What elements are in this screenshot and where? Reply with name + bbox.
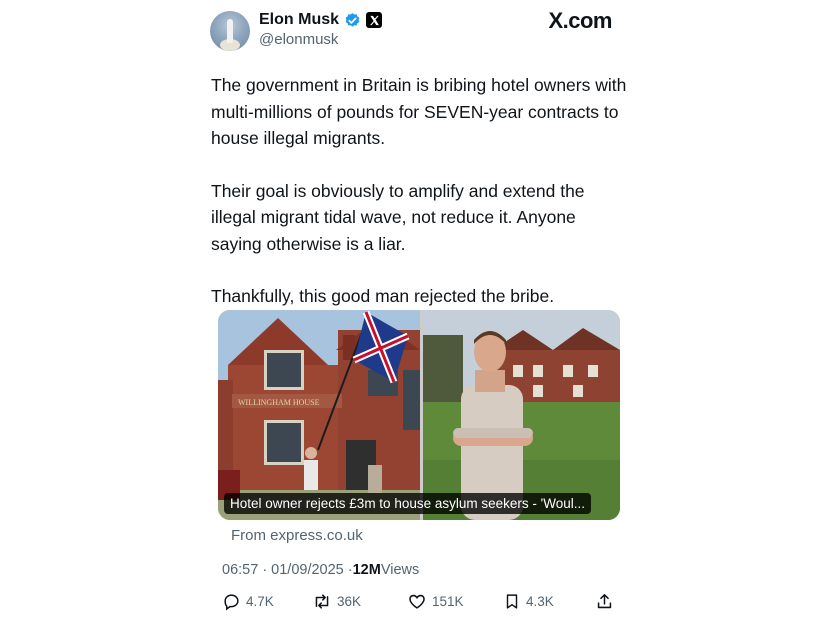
reply-count: 4.7K [246,594,274,609]
repost-button[interactable]: 36K [312,592,407,611]
repost-count: 36K [337,594,362,609]
card-title[interactable]: Hotel owner rejects £3m to house asylum … [224,493,591,514]
card-source[interactable]: From express.co.uk [231,527,363,544]
reply-icon [224,594,239,611]
share-button[interactable] [595,592,614,611]
verified-badge-icon [345,12,360,27]
bookmark-count: 4.3K [526,594,554,609]
action-bar: 4.7K 36K 151K 4.3K [222,592,614,611]
tweet-text: The government in Britain is bribing hot… [211,72,631,336]
share-icon [597,594,612,609]
card-image-hotel: WILLINGHAM HOUSE [218,310,420,520]
card-image-man [423,310,620,520]
avatar[interactable] [210,11,250,51]
bookmark-button[interactable]: 4.3K [503,592,595,611]
author-row: Elon Musk [259,10,383,30]
timestamp[interactable]: 06:57 · 01/09/2025 · [222,562,353,578]
like-button[interactable]: 151K [407,592,503,611]
author-name[interactable]: Elon Musk [259,11,339,29]
tweet-paragraph: Their goal is obviously to amplify and e… [211,180,585,254]
reply-button[interactable]: 4.7K [222,592,312,611]
link-card[interactable]: WILLINGHAM HOUSE Hotel owner rejects £3m… [218,310,620,520]
author-handle[interactable]: @elonmusk [259,31,338,48]
bookmark-icon [506,594,518,609]
like-icon [409,594,425,609]
views-count: 12M [352,562,381,578]
views-label: Views [380,562,420,578]
tweet-meta: 06:57 · 01/09/2025 · 12M Views [222,562,419,578]
repost-icon [315,594,329,609]
x-logo-icon [366,12,383,28]
tweet-paragraph: The government in Britain is bribing hot… [211,75,627,148]
tweet-paragraph: Thankfully, this good man rejected the b… [211,286,555,306]
like-count: 151K [432,594,464,609]
hotel-sign: WILLINGHAM HOUSE [238,398,320,407]
site-logo: X.com [548,8,612,33]
